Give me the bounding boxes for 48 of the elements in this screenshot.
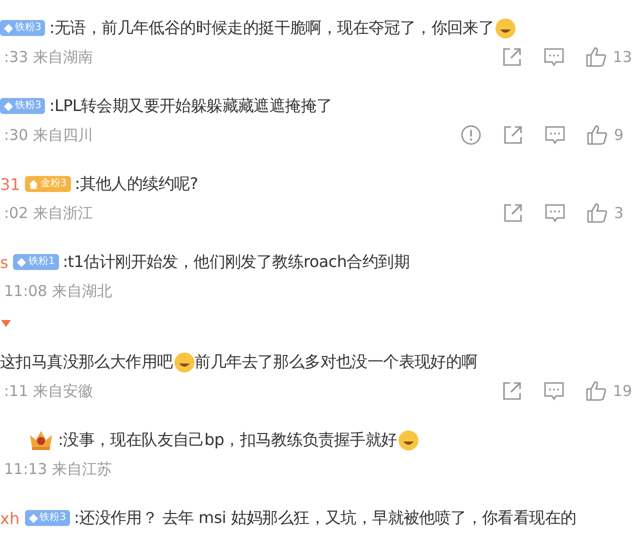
comment-text: :t1估计刚开始发，他们刚发了教练roach合约到期 [62, 252, 410, 272]
share-icon[interactable] [500, 46, 523, 68]
like-count: 9 [614, 126, 625, 144]
comment-icon[interactable] [544, 202, 566, 224]
like-icon[interactable] [586, 202, 608, 224]
comment-text: :无语，前几年低谷的时候走的挺干脆啊，现在夺冠了，你回来了 [49, 18, 516, 38]
emoji-icon [495, 18, 516, 38]
comment-icon[interactable] [544, 124, 566, 146]
comment-time-location: 11:08 来自湖北 [3, 282, 112, 300]
report-icon[interactable] [460, 124, 482, 146]
comment-time-location: :02 来自浙江 [3, 204, 93, 222]
share-icon[interactable] [502, 124, 524, 146]
comment-text: :没事，现在队友自己bp，扣马教练负责握手就好 [58, 430, 419, 450]
fan-badge: 铁粉3 [0, 20, 46, 36]
comment-time-location: :33 来自湖南 [3, 48, 93, 66]
fan-badge: 铁粉3 [24, 510, 70, 526]
user-name[interactable]: xh [0, 508, 20, 528]
like-count: 3 [614, 204, 625, 222]
comment-text: :还没作用？ 去年 msi 姑妈那么狂，又坑，早就被他喷了，你看看现在的 [74, 508, 576, 528]
comment-icon[interactable] [542, 46, 565, 68]
comment-time-location: :30 来自四川 [3, 126, 93, 144]
fan-badge: 铁粉3 [0, 98, 46, 114]
share-icon[interactable] [502, 202, 524, 224]
comment-text: :其他人的续约呢? [74, 174, 198, 194]
like-icon[interactable] [584, 380, 607, 402]
diamond-icon [17, 258, 26, 266]
diamond-icon [28, 514, 38, 522]
like-count: 19 [612, 382, 632, 400]
like-icon[interactable] [584, 46, 607, 68]
emoji-icon [174, 352, 195, 372]
comment-time-location: 11:13 来自江苏 [3, 460, 112, 478]
comment-time-location: :11 来自安徽 [3, 382, 93, 400]
caret-icon[interactable] [1, 320, 11, 328]
crown-badge-icon [28, 429, 54, 451]
fan-badge: 铁粉1 [13, 254, 59, 270]
share-icon[interactable] [500, 380, 523, 402]
diamond-icon [4, 24, 13, 32]
diamond-icon [4, 102, 13, 110]
comment-text: 这扣马真没那么大作用吧 前几年去了那么多对也没一个表现好的啊 [0, 352, 478, 372]
comment-text: :LPL转会期又要开始躲躲藏藏遮遮掩掩了 [49, 96, 332, 116]
like-icon[interactable] [586, 124, 608, 146]
emoji-icon [398, 430, 419, 450]
like-count: 13 [612, 48, 632, 66]
user-name[interactable]: s [0, 252, 8, 272]
house-icon [29, 180, 38, 188]
fan-badge: 金粉3 [25, 176, 71, 192]
user-name[interactable]: 31 [0, 174, 20, 194]
comment-icon[interactable] [542, 380, 565, 402]
